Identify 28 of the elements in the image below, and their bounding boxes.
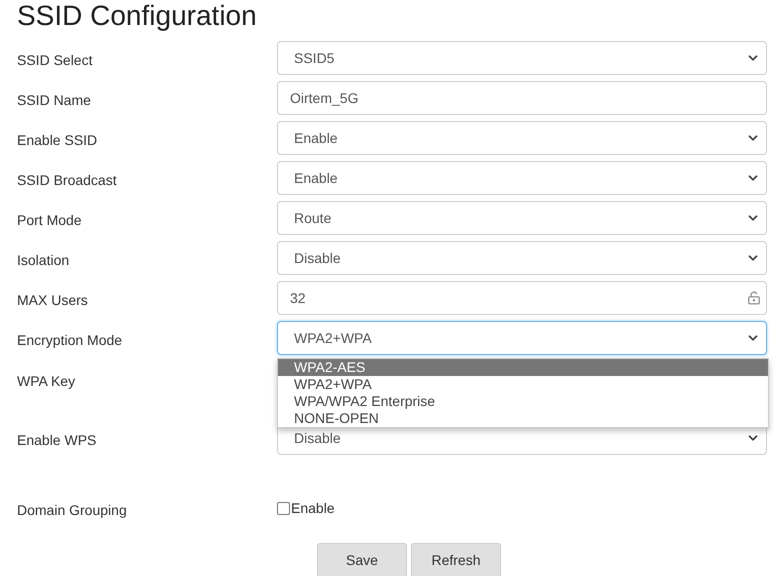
field-label: WPA Key [17,372,76,389]
checkbox[interactable] [277,502,290,514]
action-button[interactable]: Refresh [411,543,501,576]
select-field[interactable]: Enable [277,121,767,155]
field-label: SSID Broadcast [17,171,118,188]
page-title: SSID Configuration [16,0,258,32]
select-field[interactable]: Disable [277,241,767,275]
select-field[interactable]: Route [277,201,767,235]
action-button[interactable]: Save [317,543,407,576]
dropdown-option[interactable]: WPA/WPA2 Enterprise [278,393,768,410]
field-label: Port Mode [17,211,83,228]
field-label: Domain Grouping [17,501,128,518]
select-field[interactable]: SSID5 [277,41,767,75]
dropdown-option[interactable]: WPA2+WPA [278,376,768,393]
field-label: Encryption Mode [17,331,124,348]
input-field[interactable]: Oirtem_5G [277,81,767,115]
checkbox-label: Enable [291,500,335,516]
lock-icon [747,291,761,305]
input-field[interactable]: 32 [277,281,767,315]
field-label: MAX Users [17,291,89,308]
field-label: SSID Name [17,91,92,108]
field-label: Enable SSID [17,131,98,148]
field-label: Enable WPS [17,431,98,448]
select-field[interactable]: WPA2+WPA [277,321,767,355]
field-label: Isolation [17,251,70,268]
dropdown-option[interactable]: WPA2-AES [278,359,768,376]
field-label: SSID Select [17,51,94,68]
select-field[interactable]: Enable [277,161,767,195]
